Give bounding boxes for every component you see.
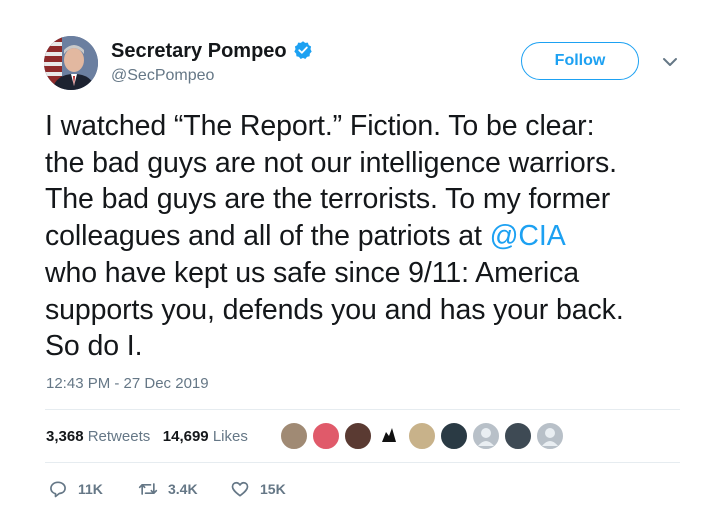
like-icon <box>231 481 249 497</box>
likes-stat[interactable]: 14,699 Likes <box>163 428 248 445</box>
default-avatar-icon <box>478 428 494 446</box>
reply-count: 11K <box>78 481 103 497</box>
default-avatar-icon <box>542 428 558 446</box>
verified-badge-icon <box>293 41 312 59</box>
engagement-stats: 3,368 Retweets 14,699 Likes <box>46 428 248 445</box>
liker-avatar-default[interactable] <box>536 422 564 450</box>
follow-button[interactable]: Follow <box>521 42 639 80</box>
liker-avatar[interactable] <box>408 422 436 450</box>
liker-avatar[interactable] <box>504 422 532 450</box>
mention-link[interactable]: @CIA <box>490 220 566 252</box>
likes-label: Likes <box>212 428 248 445</box>
liker-avatar[interactable] <box>344 422 372 450</box>
reply-button[interactable]: 11K <box>48 479 103 499</box>
tweet-text: I watched “The Report.” Fiction. To be c… <box>45 108 705 365</box>
liker-avatar[interactable] <box>376 422 402 448</box>
liker-avatar-image <box>382 428 396 442</box>
liker-avatar[interactable] <box>312 422 340 450</box>
likes-count: 14,699 <box>162 428 209 445</box>
tweet-text-part-2: who have kept us safe since 9/11: Americ… <box>45 256 624 363</box>
like-count: 15K <box>260 481 286 497</box>
divider-bottom <box>45 462 680 463</box>
liker-avatar[interactable] <box>440 422 468 450</box>
avatar-image <box>44 36 98 90</box>
liker-avatar[interactable] <box>280 422 308 450</box>
display-name-text[interactable]: Secretary Pompeo <box>111 40 287 62</box>
like-button[interactable]: 15K <box>230 479 286 499</box>
chevron-down-icon[interactable] <box>660 52 680 72</box>
retweet-icon <box>138 483 158 495</box>
liker-avatar-default[interactable] <box>472 422 500 450</box>
retweets-stat[interactable]: 3,368 Retweets <box>46 428 150 445</box>
avatar[interactable] <box>44 36 98 90</box>
user-handle[interactable]: @SecPompeo <box>111 67 214 85</box>
divider-top <box>45 409 680 410</box>
retweet-button[interactable]: 3.4K <box>138 479 198 499</box>
tweet-timestamp[interactable]: 12:43 PM - 27 Dec 2019 <box>46 375 209 392</box>
retweets-count: 3,368 <box>46 428 84 445</box>
retweet-count: 3.4K <box>168 481 198 497</box>
retweets-label: Retweets <box>87 428 151 445</box>
display-name[interactable]: Secretary Pompeo <box>111 40 313 63</box>
reply-icon <box>50 481 66 498</box>
